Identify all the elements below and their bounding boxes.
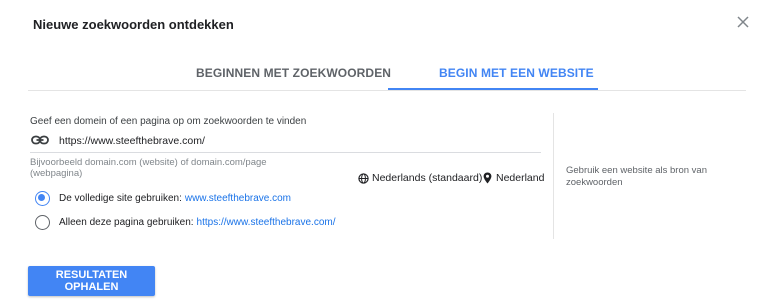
- get-results-button[interactable]: RESULTATEN OPHALEN: [28, 266, 155, 296]
- radio-button-selected[interactable]: [35, 190, 50, 206]
- website-url-input[interactable]: [59, 132, 539, 150]
- location-label: Nederland: [496, 172, 545, 184]
- language-label: Nederlands (standaard): [372, 172, 483, 184]
- tab-start-with-website[interactable]: BEGIN MET EEN WEBSITE: [439, 66, 594, 80]
- language-selector[interactable]: Nederlands (standaard): [358, 172, 482, 184]
- radio-button[interactable]: [35, 214, 50, 230]
- location-selector[interactable]: Nederland: [483, 172, 544, 184]
- radio-option-label: De volledige site gebruiken:: [59, 192, 182, 204]
- globe-icon: [358, 172, 369, 184]
- side-panel-divider: [553, 113, 554, 239]
- url-input-underline: [30, 152, 541, 153]
- tab-start-with-keywords[interactable]: BEGINNEN MET ZOEKWOORDEN: [196, 66, 391, 80]
- close-icon[interactable]: [733, 12, 753, 32]
- location-pin-icon: [483, 172, 492, 184]
- side-panel-hint: Gebruik een website als bron van zoekwoo…: [566, 165, 707, 188]
- link-icon: [31, 135, 49, 145]
- tabs-divider: [28, 90, 746, 91]
- radio-option-link[interactable]: https://www.steefthebrave.com/: [197, 217, 336, 228]
- url-prompt-label: Geef een domein of een pagina op om zoek…: [30, 116, 307, 127]
- radio-option-this-page[interactable]: Alleen deze pagina gebruiken: https://ww…: [35, 214, 336, 230]
- radio-option-link[interactable]: www.steefthebrave.com: [185, 193, 291, 204]
- radio-option-label: Alleen deze pagina gebruiken:: [59, 216, 194, 228]
- dialog-title: Nieuwe zoekwoorden ontdekken: [33, 17, 234, 32]
- url-helper-text: Bijvoorbeeld domain.com (website) of dom…: [30, 157, 267, 179]
- radio-option-whole-site[interactable]: De volledige site gebruiken: www.steefth…: [35, 190, 291, 206]
